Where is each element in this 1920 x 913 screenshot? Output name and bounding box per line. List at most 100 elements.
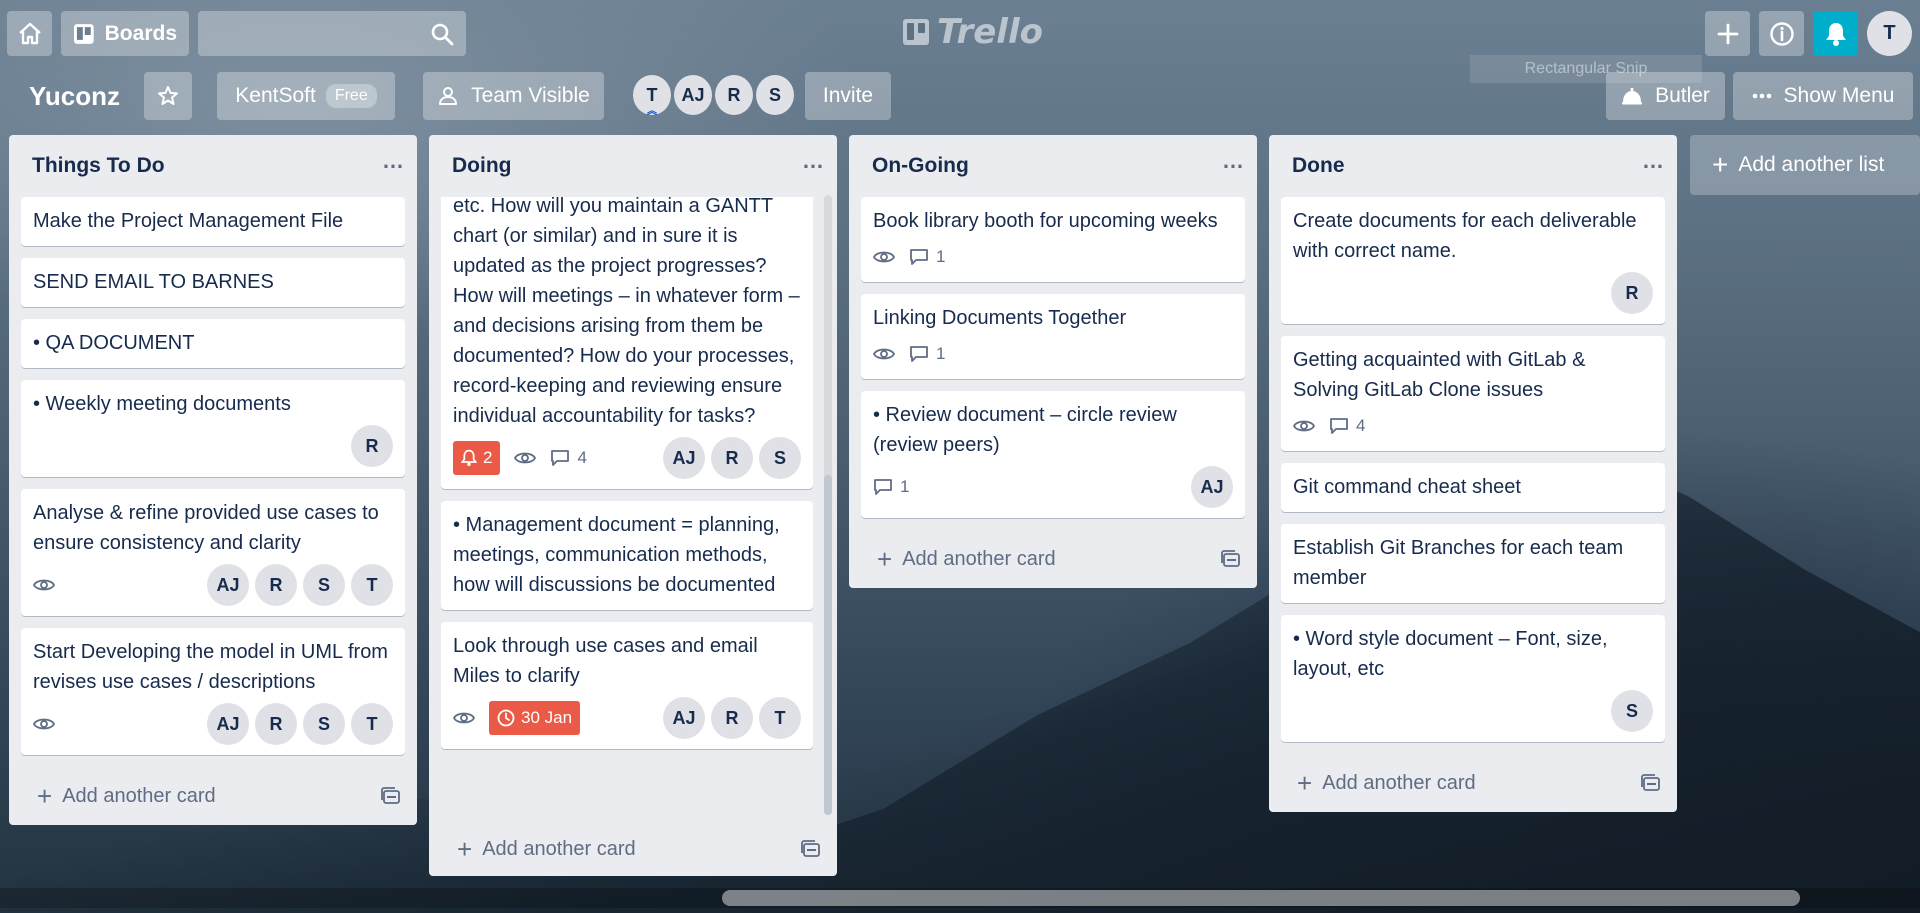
- card-title: • QA DOCUMENT: [33, 332, 195, 354]
- card-template-icon[interactable]: [1221, 550, 1241, 568]
- notifications-button[interactable]: [1813, 11, 1858, 56]
- card[interactable]: Git command cheat sheet: [1281, 463, 1665, 512]
- add-card-button[interactable]: + Add another card: [429, 820, 837, 878]
- info-button[interactable]: [1759, 11, 1804, 56]
- member-avatar[interactable]: R: [715, 75, 753, 115]
- comment-icon: [910, 249, 928, 265]
- list-menu-icon[interactable]: …: [382, 148, 405, 184]
- card[interactable]: Book library booth for upcoming weeks 1: [861, 197, 1245, 282]
- list-menu-icon[interactable]: …: [1222, 148, 1245, 184]
- board-scrollbar-thumb[interactable]: [722, 890, 1800, 906]
- card-member-avatar[interactable]: T: [351, 703, 393, 745]
- card-member-avatar[interactable]: R: [711, 697, 753, 739]
- card[interactable]: Analyse & refine provided use cases to e…: [21, 489, 405, 616]
- card-member-avatar[interactable]: R: [711, 437, 753, 479]
- invite-button[interactable]: Invite: [805, 72, 891, 120]
- card[interactable]: • Management document = planning, meetin…: [441, 501, 813, 610]
- trello-logo-icon: [903, 19, 929, 45]
- card-member-avatar[interactable]: S: [1611, 690, 1653, 732]
- card[interactable]: • Review document – circle review (revie…: [861, 391, 1245, 518]
- card-template-icon[interactable]: [381, 787, 401, 805]
- butler-bell-icon: [1622, 88, 1643, 105]
- watch-eye-icon: [873, 251, 895, 263]
- add-list-button[interactable]: + Add another list: [1690, 135, 1920, 195]
- card[interactable]: • Word style document – Font, size, layo…: [1281, 615, 1665, 742]
- search-input[interactable]: [198, 11, 466, 56]
- team-plan-badge: Free: [325, 84, 377, 108]
- search-box[interactable]: [198, 11, 466, 56]
- board-horizontal-scrollbar[interactable]: [0, 888, 1920, 908]
- card-member-avatar[interactable]: AJ: [663, 697, 705, 739]
- notification-badge: 2: [453, 441, 501, 475]
- watch-eye-icon: [33, 579, 55, 591]
- card-member-avatar[interactable]: AJ: [207, 703, 249, 745]
- card-footer: 30 Jan AJ R T: [453, 697, 801, 739]
- card-member-avatar[interactable]: AJ: [207, 564, 249, 606]
- show-menu-button[interactable]: Show Menu: [1733, 72, 1913, 120]
- plus-icon: [1717, 23, 1738, 44]
- list-title[interactable]: On-Going: [872, 154, 969, 178]
- add-card-label: Add another card: [62, 784, 216, 807]
- create-button[interactable]: [1705, 11, 1750, 56]
- list-title[interactable]: Doing: [452, 154, 511, 178]
- member-avatar[interactable]: AJ: [674, 75, 712, 115]
- butler-button[interactable]: Butler: [1606, 72, 1725, 120]
- card[interactable]: Create documents for each deliverable wi…: [1281, 197, 1665, 324]
- card-member-avatar[interactable]: R: [255, 564, 297, 606]
- card-footer: 1 AJ: [873, 466, 1233, 508]
- star-board-button[interactable]: [144, 72, 192, 120]
- card-member-avatar[interactable]: T: [759, 697, 801, 739]
- add-card-button[interactable]: + Add another card: [1269, 754, 1677, 812]
- card-badges: 4: [1293, 411, 1365, 441]
- user-avatar[interactable]: T: [1867, 11, 1912, 56]
- home-button[interactable]: [7, 11, 52, 56]
- board-title[interactable]: Yuconz: [29, 76, 120, 116]
- add-card-button[interactable]: + Add another card: [9, 767, 417, 825]
- card-list: Make the Project Management File SEND EM…: [9, 197, 417, 755]
- trello-logo[interactable]: Trello: [903, 12, 1043, 52]
- card-template-icon[interactable]: [801, 840, 821, 858]
- due-date-badge[interactable]: 30 Jan: [489, 701, 581, 735]
- card-member-avatar[interactable]: S: [759, 437, 801, 479]
- card[interactable]: Establish Git Branches for each team mem…: [1281, 524, 1665, 603]
- add-card-label: Add another card: [1322, 771, 1476, 794]
- card[interactable]: • Weekly meeting documents R: [21, 380, 405, 477]
- boards-button[interactable]: Boards: [61, 11, 189, 56]
- card-member-avatar[interactable]: R: [1611, 272, 1653, 314]
- card-template-icon[interactable]: [1641, 774, 1661, 792]
- card[interactable]: Start Developing the model in UML from r…: [21, 628, 405, 755]
- card-member-avatar[interactable]: R: [255, 703, 297, 745]
- add-card-label: Add another card: [902, 547, 1056, 570]
- card[interactable]: Getting acquainted with GitLab & Solving…: [1281, 336, 1665, 451]
- card-members: AJ R S: [663, 437, 801, 479]
- card[interactable]: Look through use cases and email Miles t…: [441, 622, 813, 749]
- list-done: Done … Create documents for each deliver…: [1269, 135, 1677, 812]
- card-member-avatar[interactable]: AJ: [663, 437, 705, 479]
- card[interactable]: Linking Documents Together 1: [861, 294, 1245, 379]
- card[interactable]: etc. How will you maintain a GANTT chart…: [441, 197, 813, 489]
- card-badges: [33, 577, 55, 593]
- card[interactable]: Make the Project Management File: [21, 197, 405, 246]
- card-member-avatar[interactable]: R: [351, 425, 393, 467]
- plus-icon: +: [1297, 767, 1313, 798]
- list-title[interactable]: Things To Do: [32, 154, 165, 178]
- list-title[interactable]: Done: [1292, 154, 1345, 178]
- card-members: AJ R S T: [207, 564, 393, 606]
- add-card-button[interactable]: + Add another card: [849, 530, 1257, 588]
- card-footer: R: [1293, 272, 1653, 314]
- visibility-button[interactable]: Team Visible: [423, 72, 604, 120]
- card-title: Linking Documents Together: [873, 307, 1127, 329]
- card-member-avatar[interactable]: S: [303, 703, 345, 745]
- card-member-avatar[interactable]: AJ: [1191, 466, 1233, 508]
- card[interactable]: • QA DOCUMENT: [21, 319, 405, 368]
- team-button[interactable]: KentSoft Free: [217, 72, 395, 120]
- member-avatar[interactable]: T ︽: [633, 75, 671, 117]
- card-member-avatar[interactable]: S: [303, 564, 345, 606]
- watch-eye-icon: [514, 452, 537, 464]
- card[interactable]: SEND EMAIL TO BARNES: [21, 258, 405, 307]
- member-avatar[interactable]: S: [756, 75, 794, 115]
- show-menu-label: Show Menu: [1783, 84, 1895, 107]
- list-menu-icon[interactable]: …: [802, 148, 825, 184]
- card-member-avatar[interactable]: T: [351, 564, 393, 606]
- list-menu-icon[interactable]: …: [1642, 148, 1665, 184]
